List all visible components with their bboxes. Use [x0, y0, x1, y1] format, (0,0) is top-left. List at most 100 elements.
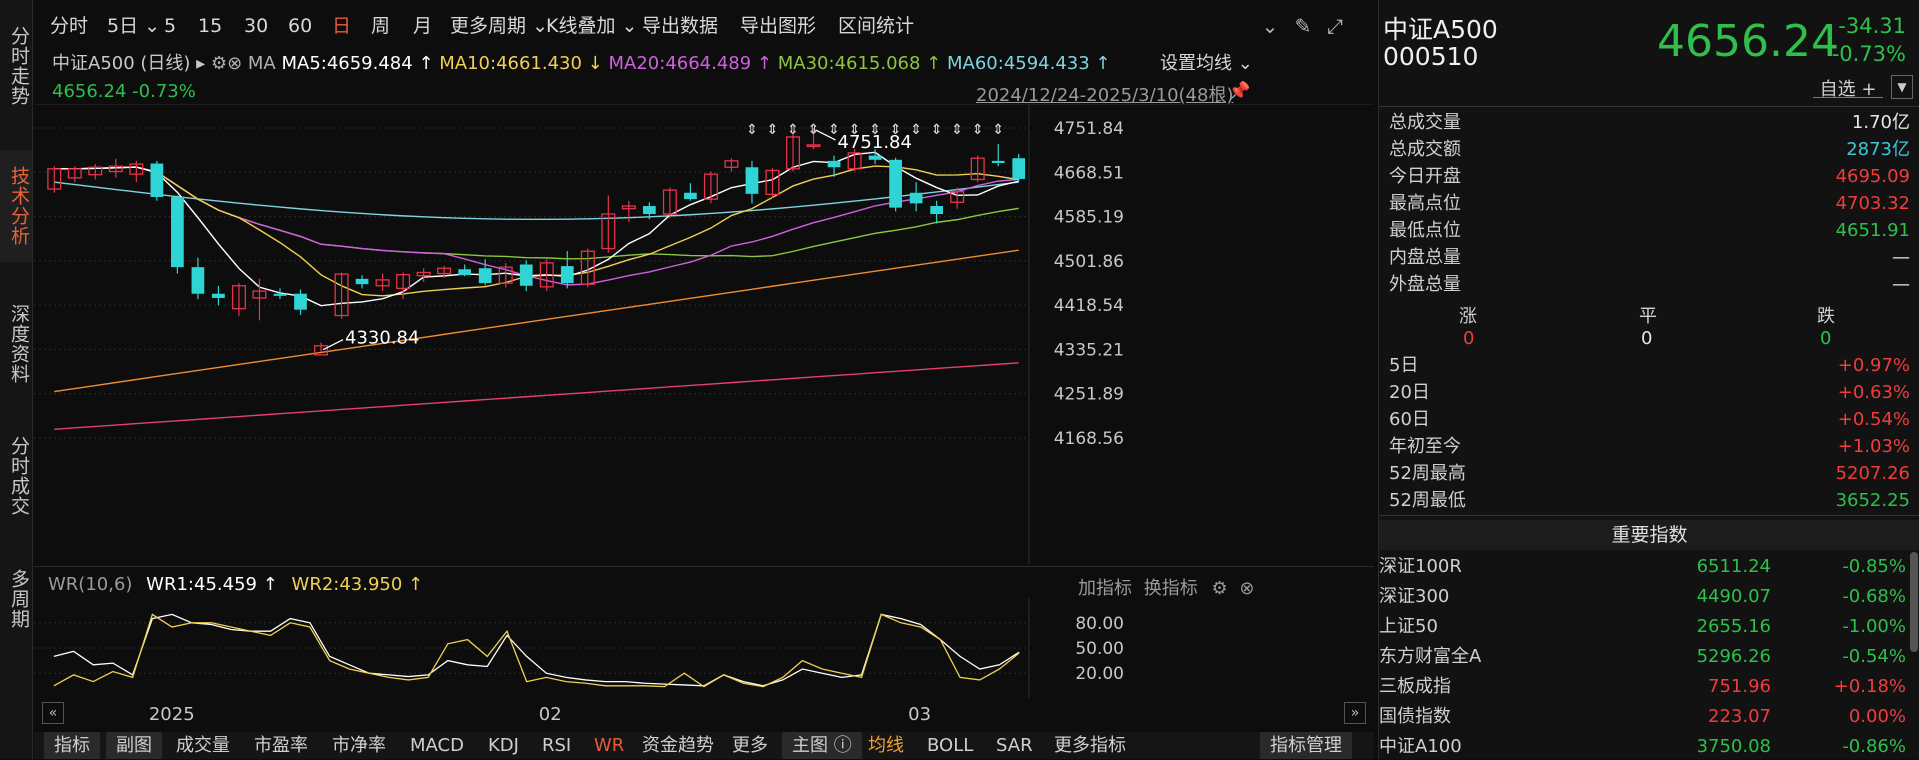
boll-indicator[interactable]: BOLL	[927, 732, 973, 759]
pe-indicator[interactable]: 市盈率	[254, 732, 308, 759]
pb-indicator[interactable]: 市净率	[332, 732, 386, 759]
index-row[interactable]: 东方财富全A 5296.26 -0.54%	[1379, 643, 1906, 670]
signal-arrow-icon: ⇕	[849, 122, 861, 138]
period-60min[interactable]: 60	[288, 10, 312, 42]
subchart-tab[interactable]: 副图	[106, 732, 162, 759]
period-day[interactable]: 日	[332, 10, 351, 42]
gear-icon[interactable]: ⚙	[1211, 578, 1227, 599]
indicator-manage-button[interactable]: 指标管理	[1260, 732, 1352, 759]
kline-chart[interactable]: 4751.84 4668.51 4585.19 4501.86 4418.54 4335.…	[34, 104, 1374, 564]
add-watchlist-button[interactable]: 自选 +	[1813, 75, 1883, 100]
more-main-indicators[interactable]: 更多指标	[1054, 732, 1126, 759]
period-15min[interactable]: 15	[198, 10, 222, 42]
pin-icon[interactable]: 📌	[1228, 81, 1250, 102]
set-ma-dropdown[interactable]: 设置均线 ⌄	[1160, 49, 1253, 75]
indicator-tab[interactable]: 指标	[44, 732, 100, 759]
stat-row-value: 4695.09	[1835, 166, 1910, 187]
more-periods-dropdown[interactable]: 更多周期 ⌄	[450, 10, 548, 42]
index-row-value: 3750.08	[1696, 736, 1771, 757]
close-icon[interactable]: ⊗	[227, 53, 248, 74]
main-chart-tab[interactable]: 主图 ⓘ	[782, 732, 862, 759]
stat-row-value: —	[1892, 247, 1910, 268]
index-row-name: 国债指数	[1379, 706, 1451, 727]
fund-trend-indicator[interactable]: 资金趋势	[642, 732, 714, 759]
watchlist-dropdown[interactable]: ▼	[1891, 75, 1913, 99]
current-price: 4656.24	[1657, 16, 1839, 67]
index-name: 中证A500	[1383, 15, 1498, 44]
nav-tab-ticks[interactable]: 分时成交	[0, 420, 32, 532]
period-5min[interactable]: 5	[164, 10, 176, 42]
period-30min[interactable]: 30	[244, 10, 268, 42]
ma5-value: MA5:4659.484 ↑	[281, 53, 434, 74]
period-row-value: 5207.26	[1835, 463, 1910, 484]
wr-indicator-chart[interactable]: 80.00 50.00 20.00	[34, 598, 1374, 698]
index-row[interactable]: 中证A100 3750.08 -0.86%	[1379, 733, 1906, 760]
fullscreen-icon[interactable]: ⤢	[1324, 15, 1346, 37]
index-row[interactable]: 国债指数 223.07 0.00%	[1379, 703, 1906, 730]
low-price-label: 4330.84	[345, 328, 419, 349]
period-row-label: 52周最低	[1389, 490, 1466, 511]
candle-body	[171, 197, 184, 268]
indicator-bottom-bar: 指标 副图 成交量 市盈率 市净率 MACD KDJ RSI WR 资金趋势 更…	[34, 732, 1374, 759]
nav-tab-intraday[interactable]: 分时走势	[0, 10, 32, 122]
low-arrow	[322, 339, 344, 351]
divider	[1379, 515, 1919, 516]
wr-y-tick-label: 50.00	[1075, 639, 1124, 659]
candle-body	[560, 266, 574, 284]
scroll-right-button[interactable]: »	[1344, 702, 1366, 724]
nav-tab-multiperiod[interactable]: 多周期	[0, 556, 32, 642]
stat-row-label: 最低点位	[1389, 220, 1461, 241]
stat-row: 最低点位 4651.91	[1389, 217, 1910, 244]
important-indices-title: 重要指数	[1379, 520, 1919, 550]
signal-arrow-icon: ⇕	[828, 122, 840, 138]
stat-row: 今日开盘 4695.09	[1389, 163, 1910, 190]
stat-row-label: 最高点位	[1389, 193, 1461, 214]
index-row[interactable]: 深证100R 6511.24 -0.85%	[1379, 553, 1906, 580]
range-stats-button[interactable]: 区间统计	[838, 10, 914, 42]
volume-indicator[interactable]: 成交量	[176, 732, 230, 759]
scrollbar[interactable]	[1910, 552, 1918, 652]
more-indicators-link[interactable]: 更多	[732, 732, 768, 759]
period-month[interactable]: 月	[413, 10, 432, 42]
nav-tab-depth[interactable]: 深度资料	[0, 288, 32, 400]
ma10-value: MA10:4661.430 ↓	[439, 53, 603, 74]
period-week[interactable]: 周	[371, 10, 390, 42]
index-row[interactable]: 三板成指 751.96 +0.18%	[1379, 673, 1906, 700]
indicator-name: WR(10,6)	[48, 574, 133, 595]
index-row[interactable]: 深证300 4490.07 -0.68%	[1379, 583, 1906, 610]
close-icon[interactable]: ⊗	[1239, 578, 1254, 599]
kdj-indicator[interactable]: KDJ	[488, 732, 519, 759]
index-row-name: 上证50	[1379, 616, 1438, 637]
nav-tab-technical[interactable]: 技术分析	[0, 150, 32, 262]
sar-indicator[interactable]: SAR	[996, 732, 1033, 759]
help-icon: ⓘ	[833, 735, 852, 756]
add-indicator-button[interactable]: 加指标	[1078, 578, 1132, 599]
period-row-label: 60日	[1389, 409, 1430, 430]
ma-indicator[interactable]: 均线	[868, 732, 904, 759]
candle-body	[191, 267, 205, 294]
signal-arrow-icon: ⇕	[931, 122, 943, 138]
x-axis: 2025 02 03	[34, 704, 1334, 728]
chevron-down-icon: ▼	[1897, 80, 1907, 94]
index-row-change: +0.18%	[1833, 676, 1906, 697]
period-5day[interactable]: 5日 ⌄	[107, 10, 160, 42]
rsi-indicator[interactable]: RSI	[542, 732, 571, 759]
export-data-button[interactable]: 导出数据	[642, 10, 718, 42]
wr-indicator[interactable]: WR	[594, 732, 624, 759]
period-intraday[interactable]: 分时	[50, 10, 88, 42]
macd-indicator[interactable]: MACD	[410, 732, 464, 759]
index-row[interactable]: 上证50 2655.16 -1.00%	[1379, 613, 1906, 640]
switch-indicator-button[interactable]: 换指标	[1144, 578, 1198, 599]
kline-overlay-dropdown[interactable]: K线叠加 ⌄	[546, 10, 637, 42]
price-change-label: 4656.24 -0.73%	[52, 81, 196, 102]
candle-body	[991, 160, 1005, 163]
expand-arrow-icon[interactable]: ▸	[196, 53, 211, 74]
export-chart-button[interactable]: 导出图形	[740, 10, 816, 42]
chevron-circle-icon[interactable]: ⌄	[1259, 15, 1281, 37]
candle-body	[519, 264, 533, 286]
signal-arrow-icon: ⇕	[992, 122, 1004, 138]
draw-pen-icon[interactable]: ✎	[1292, 15, 1314, 37]
ma-label: MA	[247, 53, 276, 74]
stat-row: 外盘总量 —	[1389, 271, 1910, 298]
gear-icon[interactable]: ⚙	[211, 53, 227, 74]
